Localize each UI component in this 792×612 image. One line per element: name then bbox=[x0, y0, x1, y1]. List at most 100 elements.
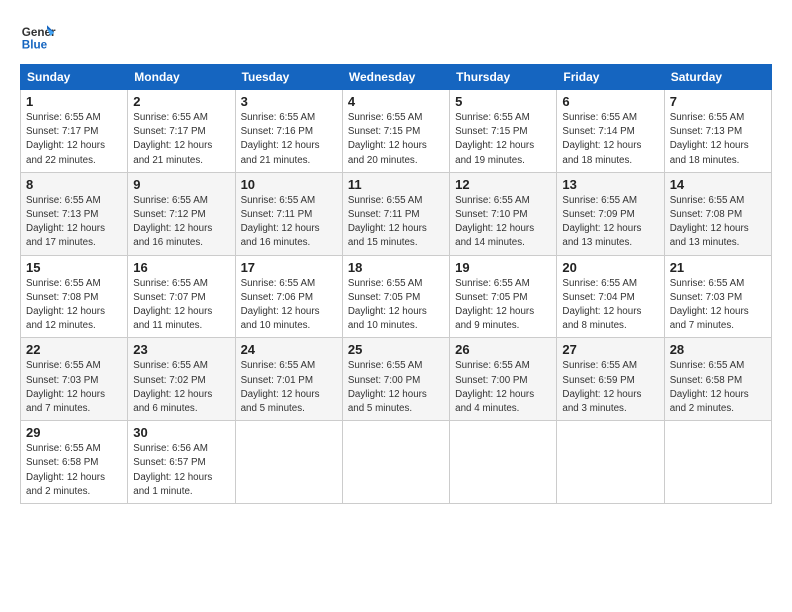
day-number: 3 bbox=[241, 94, 337, 109]
day-number: 7 bbox=[670, 94, 766, 109]
day-info: Sunrise: 6:55 AM Sunset: 7:06 PM Dayligh… bbox=[241, 277, 337, 334]
day-number: 27 bbox=[562, 342, 658, 357]
weekday-header-friday: Friday bbox=[557, 65, 664, 90]
day-number: 21 bbox=[670, 260, 766, 275]
day-info: Sunrise: 6:55 AM Sunset: 7:10 PM Dayligh… bbox=[455, 194, 551, 251]
day-info: Sunrise: 6:55 AM Sunset: 7:12 PM Dayligh… bbox=[133, 194, 229, 251]
day-number: 16 bbox=[133, 260, 229, 275]
calendar-cell bbox=[342, 421, 449, 504]
calendar-cell: 25 Sunrise: 6:55 AM Sunset: 7:00 PM Dayli… bbox=[342, 338, 449, 421]
day-number: 4 bbox=[348, 94, 444, 109]
day-number: 8 bbox=[26, 177, 122, 192]
day-number: 14 bbox=[670, 177, 766, 192]
calendar-cell: 12 Sunrise: 6:55 AM Sunset: 7:10 PM Dayli… bbox=[450, 172, 557, 255]
logo-icon: General Blue bbox=[20, 18, 56, 54]
svg-text:Blue: Blue bbox=[22, 39, 48, 52]
day-number: 6 bbox=[562, 94, 658, 109]
day-info: Sunrise: 6:55 AM Sunset: 7:02 PM Dayligh… bbox=[133, 359, 229, 416]
calendar-cell: 11 Sunrise: 6:55 AM Sunset: 7:11 PM Dayli… bbox=[342, 172, 449, 255]
day-info: Sunrise: 6:55 AM Sunset: 7:00 PM Dayligh… bbox=[455, 359, 551, 416]
day-info: Sunrise: 6:55 AM Sunset: 7:17 PM Dayligh… bbox=[133, 111, 229, 168]
day-info: Sunrise: 6:55 AM Sunset: 7:05 PM Dayligh… bbox=[455, 277, 551, 334]
calendar-cell: 13 Sunrise: 6:55 AM Sunset: 7:09 PM Dayli… bbox=[557, 172, 664, 255]
day-number: 20 bbox=[562, 260, 658, 275]
weekday-header-wednesday: Wednesday bbox=[342, 65, 449, 90]
calendar-cell: 22 Sunrise: 6:55 AM Sunset: 7:03 PM Dayli… bbox=[21, 338, 128, 421]
calendar-cell: 1Sunrise: 6:55 AM Sunset: 7:17 PM Daylig… bbox=[21, 90, 128, 173]
calendar-cell: 4Sunrise: 6:55 AM Sunset: 7:15 PM Daylig… bbox=[342, 90, 449, 173]
calendar-cell: 14 Sunrise: 6:55 AM Sunset: 7:08 PM Dayli… bbox=[664, 172, 771, 255]
day-info: Sunrise: 6:55 AM Sunset: 7:07 PM Dayligh… bbox=[133, 277, 229, 334]
day-info: Sunrise: 6:55 AM Sunset: 7:04 PM Dayligh… bbox=[562, 277, 658, 334]
day-info: Sunrise: 6:55 AM Sunset: 7:03 PM Dayligh… bbox=[26, 359, 122, 416]
weekday-header-tuesday: Tuesday bbox=[235, 65, 342, 90]
day-info: Sunrise: 6:55 AM Sunset: 6:58 PM Dayligh… bbox=[26, 442, 122, 499]
calendar-cell bbox=[235, 421, 342, 504]
day-info: Sunrise: 6:55 AM Sunset: 7:01 PM Dayligh… bbox=[241, 359, 337, 416]
day-number: 10 bbox=[241, 177, 337, 192]
day-number: 12 bbox=[455, 177, 551, 192]
day-info: Sunrise: 6:55 AM Sunset: 7:14 PM Dayligh… bbox=[562, 111, 658, 168]
weekday-header-monday: Monday bbox=[128, 65, 235, 90]
day-number: 26 bbox=[455, 342, 551, 357]
calendar-cell: 2 Sunrise: 6:55 AM Sunset: 7:17 PM Daylig… bbox=[128, 90, 235, 173]
day-number: 17 bbox=[241, 260, 337, 275]
day-number: 29 bbox=[26, 425, 122, 440]
day-info: Sunrise: 6:55 AM Sunset: 7:16 PM Dayligh… bbox=[241, 111, 337, 168]
day-number: 13 bbox=[562, 177, 658, 192]
day-info: Sunrise: 6:55 AM Sunset: 7:08 PM Dayligh… bbox=[670, 194, 766, 251]
day-info: Sunrise: 6:55 AM Sunset: 6:58 PM Dayligh… bbox=[670, 359, 766, 416]
calendar-cell: 27 Sunrise: 6:55 AM Sunset: 6:59 PM Dayli… bbox=[557, 338, 664, 421]
calendar-header: SundayMondayTuesdayWednesdayThursdayFrid… bbox=[21, 65, 772, 90]
calendar-cell bbox=[450, 421, 557, 504]
calendar-cell: 15 Sunrise: 6:55 AM Sunset: 7:08 PM Dayli… bbox=[21, 255, 128, 338]
day-number: 24 bbox=[241, 342, 337, 357]
calendar-cell: 23Sunrise: 6:55 AM Sunset: 7:02 PM Dayli… bbox=[128, 338, 235, 421]
calendar-cell: 16 Sunrise: 6:55 AM Sunset: 7:07 PM Dayli… bbox=[128, 255, 235, 338]
calendar-cell: 9 Sunrise: 6:55 AM Sunset: 7:12 PM Daylig… bbox=[128, 172, 235, 255]
day-number: 11 bbox=[348, 177, 444, 192]
day-info: Sunrise: 6:55 AM Sunset: 7:15 PM Dayligh… bbox=[455, 111, 551, 168]
day-number: 25 bbox=[348, 342, 444, 357]
day-info: Sunrise: 6:55 AM Sunset: 7:13 PM Dayligh… bbox=[670, 111, 766, 168]
calendar-cell: 17 Sunrise: 6:55 AM Sunset: 7:06 PM Dayli… bbox=[235, 255, 342, 338]
day-info: Sunrise: 6:55 AM Sunset: 7:17 PM Dayligh… bbox=[26, 111, 122, 168]
day-info: Sunrise: 6:55 AM Sunset: 7:00 PM Dayligh… bbox=[348, 359, 444, 416]
weekday-header-sunday: Sunday bbox=[21, 65, 128, 90]
day-number: 2 bbox=[133, 94, 229, 109]
calendar-cell: 3 Sunrise: 6:55 AM Sunset: 7:16 PM Daylig… bbox=[235, 90, 342, 173]
calendar-cell: 10 Sunrise: 6:55 AM Sunset: 7:11 PM Dayli… bbox=[235, 172, 342, 255]
calendar-cell: 5Sunrise: 6:55 AM Sunset: 7:15 PM Daylig… bbox=[450, 90, 557, 173]
calendar-cell: 20 Sunrise: 6:55 AM Sunset: 7:04 PM Dayli… bbox=[557, 255, 664, 338]
calendar-cell: 6 Sunrise: 6:55 AM Sunset: 7:14 PM Daylig… bbox=[557, 90, 664, 173]
day-info: Sunrise: 6:55 AM Sunset: 7:08 PM Dayligh… bbox=[26, 277, 122, 334]
day-number: 15 bbox=[26, 260, 122, 275]
day-info: Sunrise: 6:56 AM Sunset: 6:57 PM Dayligh… bbox=[133, 442, 229, 499]
day-info: Sunrise: 6:55 AM Sunset: 7:11 PM Dayligh… bbox=[241, 194, 337, 251]
day-info: Sunrise: 6:55 AM Sunset: 7:03 PM Dayligh… bbox=[670, 277, 766, 334]
calendar-cell: 19 Sunrise: 6:55 AM Sunset: 7:05 PM Dayli… bbox=[450, 255, 557, 338]
calendar-cell: 29 Sunrise: 6:55 AM Sunset: 6:58 PM Dayli… bbox=[21, 421, 128, 504]
calendar-cell: 28Sunrise: 6:55 AM Sunset: 6:58 PM Dayli… bbox=[664, 338, 771, 421]
calendar-cell: 18 Sunrise: 6:55 AM Sunset: 7:05 PM Dayli… bbox=[342, 255, 449, 338]
calendar-cell: 30 Sunrise: 6:56 AM Sunset: 6:57 PM Dayli… bbox=[128, 421, 235, 504]
calendar-cell bbox=[557, 421, 664, 504]
day-info: Sunrise: 6:55 AM Sunset: 7:09 PM Dayligh… bbox=[562, 194, 658, 251]
calendar-cell: 26 Sunrise: 6:55 AM Sunset: 7:00 PM Dayli… bbox=[450, 338, 557, 421]
day-info: Sunrise: 6:55 AM Sunset: 7:05 PM Dayligh… bbox=[348, 277, 444, 334]
day-number: 18 bbox=[348, 260, 444, 275]
day-number: 30 bbox=[133, 425, 229, 440]
day-info: Sunrise: 6:55 AM Sunset: 7:13 PM Dayligh… bbox=[26, 194, 122, 251]
calendar-cell: 8 Sunrise: 6:55 AM Sunset: 7:13 PM Daylig… bbox=[21, 172, 128, 255]
calendar-table: SundayMondayTuesdayWednesdayThursdayFrid… bbox=[20, 64, 772, 504]
calendar-cell: 24 Sunrise: 6:55 AM Sunset: 7:01 PM Dayli… bbox=[235, 338, 342, 421]
weekday-header-saturday: Saturday bbox=[664, 65, 771, 90]
day-number: 9 bbox=[133, 177, 229, 192]
day-info: Sunrise: 6:55 AM Sunset: 6:59 PM Dayligh… bbox=[562, 359, 658, 416]
day-number: 22 bbox=[26, 342, 122, 357]
day-info: Sunrise: 6:55 AM Sunset: 7:11 PM Dayligh… bbox=[348, 194, 444, 251]
weekday-header-thursday: Thursday bbox=[450, 65, 557, 90]
day-number: 19 bbox=[455, 260, 551, 275]
calendar-cell: 7 Sunrise: 6:55 AM Sunset: 7:13 PM Daylig… bbox=[664, 90, 771, 173]
calendar-cell: 21 Sunrise: 6:55 AM Sunset: 7:03 PM Dayli… bbox=[664, 255, 771, 338]
